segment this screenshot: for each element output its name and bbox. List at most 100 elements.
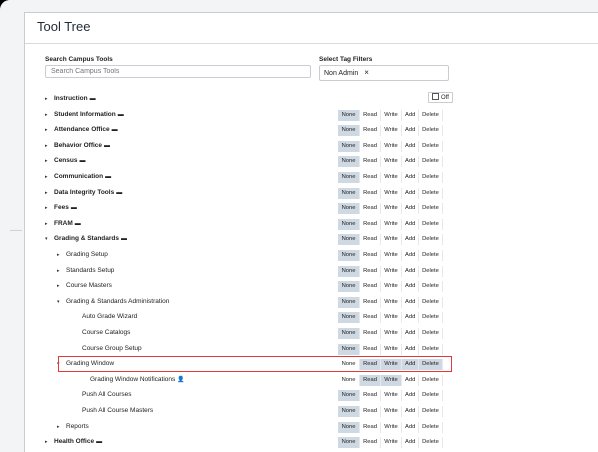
caret-right-icon[interactable]: ▸ — [45, 96, 48, 102]
perm-write-button[interactable]: Write — [381, 312, 402, 324]
perm-none-button[interactable]: None — [338, 218, 360, 230]
perm-read-button[interactable]: Read — [360, 172, 381, 183]
perm-write-button[interactable]: Write — [381, 140, 402, 152]
perm-read-button[interactable]: Read — [360, 218, 381, 230]
perm-read-button[interactable]: Read — [360, 437, 381, 449]
perm-write-button[interactable]: Write — [381, 406, 402, 417]
perm-delete-button[interactable]: Delete — [419, 250, 443, 261]
perm-add-button[interactable]: Add — [402, 281, 419, 293]
caret-right-icon[interactable]: ▸ — [45, 112, 48, 118]
perm-write-button[interactable]: Write — [381, 281, 402, 293]
perm-read-button[interactable]: Read — [360, 281, 381, 293]
perm-read-button[interactable]: Read — [360, 109, 381, 121]
perm-none-button[interactable]: None — [338, 374, 360, 386]
perm-read-button[interactable]: Read — [360, 296, 381, 308]
tree-row[interactable]: ▸ Behavior Office ▬ None Read Write Add Delete — [25, 139, 598, 154]
tree-row[interactable]: ▸ Census ▬ None Read Write Add Delete — [25, 154, 598, 169]
tree-row[interactable]: ▸ Instruction ▬ — [25, 92, 598, 107]
tree-row[interactable]: ▾ Grading & Standards ▬ None Read Write Add Del… — [25, 232, 598, 247]
perm-add-button[interactable]: Add — [402, 406, 419, 417]
caret-right-icon[interactable]: ▸ — [45, 221, 48, 227]
perm-delete-button[interactable]: Delete — [419, 187, 443, 199]
perm-write-button[interactable]: Write — [381, 265, 402, 277]
perm-none-button[interactable]: None — [338, 281, 360, 293]
caret-down-icon[interactable]: ▾ — [57, 299, 60, 305]
perm-write-button[interactable]: Write — [381, 187, 402, 199]
perm-none-button[interactable]: None — [338, 109, 360, 121]
perm-add-button[interactable]: Add — [402, 187, 419, 199]
perm-add-button[interactable]: Add — [402, 328, 419, 339]
tree-row[interactable]: ▾ Grading & Standards Administration None R… — [25, 295, 598, 310]
perm-add-button[interactable]: Add — [402, 390, 419, 402]
perm-read-button[interactable]: Read — [360, 312, 381, 324]
tree-row[interactable]: ▸ Course Masters None Read Write Add Delete — [25, 279, 598, 294]
caret-right-icon[interactable]: ▸ — [45, 127, 48, 133]
perm-add-button[interactable]: Add — [402, 296, 419, 308]
perm-none-button[interactable]: None — [338, 265, 360, 277]
tree-row[interactable]: ▸ Health Office ▬ None Read Write Add Delete — [25, 435, 598, 450]
perm-write-button[interactable]: Write — [381, 125, 402, 137]
perm-delete-button[interactable]: Delete — [419, 296, 443, 308]
perm-read-button[interactable]: Read — [360, 328, 381, 339]
tree-row[interactable]: ▸ FRAM ▬ None Read Write Add Delete — [25, 217, 598, 232]
perm-none-button[interactable]: None — [338, 140, 360, 152]
tag-filter-select[interactable]: Non Admin × — [319, 65, 449, 81]
tree-row[interactable]: Auto Grade Wizard None Read Write Add Delete — [25, 310, 598, 325]
perm-add-button[interactable]: Add — [402, 312, 419, 324]
perm-none-button[interactable]: None — [338, 250, 360, 261]
perm-write-button[interactable]: Write — [381, 296, 402, 308]
perm-delete-button[interactable]: Delete — [419, 218, 443, 230]
perm-write-button[interactable]: Write — [381, 250, 402, 261]
tree-row[interactable]: ▸ Reports None Read Write Add Delete — [25, 420, 598, 435]
perm-none-button[interactable]: None — [338, 328, 360, 339]
perm-add-button[interactable]: Add — [402, 265, 419, 277]
perm-delete-button[interactable]: Delete — [419, 421, 443, 433]
caret-right-icon[interactable]: ▸ — [45, 190, 48, 196]
perm-write-button[interactable]: Write — [381, 390, 402, 402]
perm-read-button[interactable]: Read — [360, 234, 381, 246]
perm-delete-button[interactable]: Delete — [419, 172, 443, 183]
perm-read-button[interactable]: Read — [360, 265, 381, 277]
perm-write-button[interactable]: Write — [381, 343, 402, 355]
perm-read-button[interactable]: Read — [360, 343, 381, 355]
perm-none-button[interactable]: None — [338, 406, 360, 417]
perm-read-button[interactable]: Read — [360, 125, 381, 137]
perm-add-button[interactable]: Add — [402, 140, 419, 152]
caret-right-icon[interactable]: ▸ — [45, 174, 48, 180]
perm-none-button[interactable]: None — [338, 203, 360, 215]
perm-delete-button[interactable]: Delete — [419, 312, 443, 324]
perm-write-button[interactable]: Write — [381, 328, 402, 339]
perm-write-button[interactable]: Write — [381, 421, 402, 433]
perm-write-button[interactable]: Write — [381, 203, 402, 215]
tree-row[interactable]: Push All Course Masters None Read Write Add D… — [25, 404, 598, 419]
perm-none-button[interactable]: None — [338, 187, 360, 199]
perm-add-button[interactable]: Add — [402, 156, 419, 168]
perm-add-button[interactable]: Add — [402, 250, 419, 261]
perm-delete-button[interactable]: Delete — [419, 374, 443, 386]
perm-none-button[interactable]: None — [338, 234, 360, 246]
perm-delete-button[interactable]: Delete — [419, 328, 443, 339]
remove-tag-icon[interactable]: × — [364, 68, 369, 77]
perm-none-button[interactable]: None — [338, 172, 360, 183]
perm-delete-button[interactable]: Delete — [419, 140, 443, 152]
tree-row[interactable]: Push All Courses None Read Write Add Delete — [25, 388, 598, 403]
tree-row[interactable]: ▸ Fees ▬ None Read Write Add Delete — [25, 201, 598, 216]
tree-row[interactable]: Course Group Setup None Read Write Add Delete — [25, 342, 598, 357]
perm-none-button[interactable]: None — [338, 390, 360, 402]
perm-read-button[interactable]: Read — [360, 406, 381, 417]
perm-add-button[interactable]: Add — [402, 343, 419, 355]
perm-read-button[interactable]: Read — [360, 390, 381, 402]
tree-row[interactable]: ▸ Communication ▬ None Read Write Add Delete — [25, 170, 598, 185]
perm-delete-button[interactable]: Delete — [419, 156, 443, 168]
perm-write-button[interactable]: Write — [381, 374, 402, 386]
perm-delete-button[interactable]: Delete — [419, 281, 443, 293]
perm-add-button[interactable]: Add — [402, 421, 419, 433]
perm-none-button[interactable]: None — [338, 312, 360, 324]
perm-add-button[interactable]: Add — [402, 437, 419, 449]
caret-right-icon[interactable]: ▸ — [45, 158, 48, 164]
perm-delete-button[interactable]: Delete — [419, 390, 443, 402]
perm-none-button[interactable]: None — [338, 296, 360, 308]
perm-none-button[interactable]: None — [338, 125, 360, 137]
caret-right-icon[interactable]: ▸ — [57, 268, 60, 274]
tree-row[interactable]: ▸ Standards Setup None Read Write Add Delete — [25, 264, 598, 279]
